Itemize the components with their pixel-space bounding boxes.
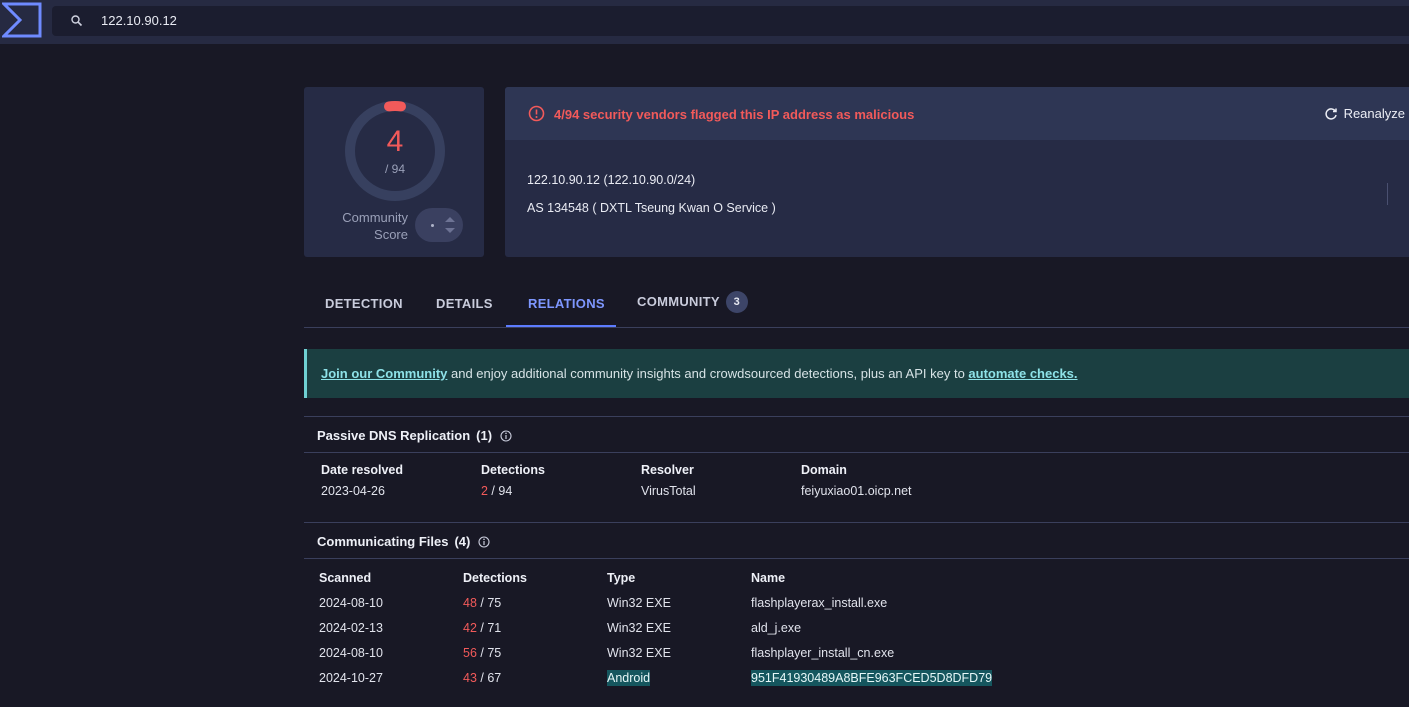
file-name-highlighted: 951F41930489A8BFE963FCED5D8DFD79: [751, 670, 993, 686]
search-icon: [71, 15, 83, 27]
detections-ratio: 56 / 75: [463, 646, 501, 660]
scanned-date: 2024-08-10: [319, 596, 383, 610]
date-resolved: 2023-04-26: [321, 484, 385, 498]
passive-dns-header: Passive DNS Replication (1): [304, 416, 1409, 453]
scanned-date: 2024-08-10: [319, 646, 383, 660]
domain-link[interactable]: feiyuxiao01.oicp.net: [801, 484, 912, 498]
scanned-date: 2024-02-13: [319, 621, 383, 635]
divider: [1387, 183, 1388, 205]
communicating-files-count: (4): [454, 534, 471, 549]
autonomous-system-line: AS 134548 ( DXTL Tseung Kwan O Service ): [527, 201, 776, 215]
reanalyze-label: Reanalyze: [1343, 106, 1405, 121]
scanned-date: 2024-10-27: [319, 671, 383, 685]
banner-text: Join our Community and enjoy additional …: [321, 366, 1078, 381]
info-icon[interactable]: [500, 430, 512, 442]
file-type: Android: [607, 670, 651, 686]
detections-count: 56: [463, 646, 477, 660]
file-type-highlighted: Android: [607, 670, 651, 686]
detections-count: 42: [463, 621, 477, 635]
file-type: Win32 EXE: [607, 646, 671, 660]
passive-dns-count: (1): [476, 428, 493, 443]
virustotal-logo-icon[interactable]: [2, 2, 42, 38]
detections-total: / 71: [476, 621, 502, 635]
detections-ratio: 2 / 94: [481, 484, 512, 498]
vote-dot-icon: [431, 224, 434, 227]
info-icon[interactable]: [478, 536, 490, 548]
col-date-resolved: Date resolved: [321, 463, 403, 477]
detections-ratio: 42 / 71: [463, 621, 501, 635]
communicating-files-title: Communicating Files (4): [317, 534, 490, 549]
detection-total: / 94: [384, 162, 405, 176]
community-count-badge: 3: [725, 291, 748, 313]
communicating-files-header: Communicating Files (4): [304, 522, 1409, 559]
search-bar[interactable]: 122.10.90.12: [52, 6, 1409, 36]
refresh-icon: [1324, 108, 1337, 120]
detections-ratio: 43 / 67: [463, 671, 501, 685]
search-input[interactable]: 122.10.90.12: [101, 13, 177, 28]
detections-total: / 94: [487, 484, 513, 498]
detection-count: 4: [386, 125, 404, 158]
tab-relations[interactable]: RELATIONS: [528, 296, 605, 311]
ip-address-line: 122.10.90.12 (122.10.90.0/24): [527, 173, 696, 187]
col-type: Type: [607, 571, 636, 585]
col-domain: Domain: [801, 463, 847, 477]
resolver: VirusTotal: [641, 484, 696, 498]
tab-bar: DETECTION DETAILS RELATIONS COMMUNITY 3: [304, 280, 1409, 328]
col-detections: Detections: [481, 463, 545, 477]
detections-total: / 75: [476, 646, 502, 660]
banner-middle-text: and enjoy additional community insights …: [447, 366, 969, 381]
communicating-files-title-text: Communicating Files: [317, 534, 449, 549]
community-score-label: Community Score: [342, 210, 408, 242]
reanalyze-button[interactable]: Reanalyze: [1324, 106, 1405, 121]
alert-text: 4/94 security vendors flagged this IP ad…: [554, 107, 915, 122]
file-name-link[interactable]: flashplayer_install_cn.exe: [751, 646, 894, 660]
file-name-link[interactable]: ald_j.exe: [751, 621, 801, 635]
malicious-alert: 4/94 security vendors flagged this IP ad…: [505, 87, 1409, 140]
detection-score-card: 4 / 94 Community Score: [304, 87, 484, 257]
community-vote-control[interactable]: [415, 208, 463, 242]
community-banner: Join our Community and enjoy additional …: [304, 349, 1409, 398]
tab-community[interactable]: COMMUNITY 3: [637, 291, 748, 314]
detections-count: 48: [463, 596, 477, 610]
upvote-arrow-icon[interactable]: [445, 217, 455, 222]
file-type: Win32 EXE: [607, 621, 671, 635]
file-name-link[interactable]: 951F41930489A8BFE963FCED5D8DFD79: [751, 670, 993, 686]
passive-dns-title-text: Passive DNS Replication: [317, 428, 471, 443]
col-detections: Detections: [463, 571, 527, 585]
detections-count: 2: [481, 484, 488, 498]
join-community-link[interactable]: Join our Community: [321, 366, 447, 381]
tab-detection[interactable]: DETECTION: [325, 296, 403, 311]
file-name-link[interactable]: flashplayerax_install.exe: [751, 596, 887, 610]
downvote-arrow-icon[interactable]: [445, 228, 455, 233]
file-type: Win32 EXE: [607, 596, 671, 610]
alert-circle-icon: [528, 105, 545, 122]
col-scanned: Scanned: [319, 571, 372, 585]
detections-ratio: 48 / 75: [463, 596, 501, 610]
detections-total: / 67: [476, 671, 502, 685]
automate-checks-link[interactable]: automate checks.: [968, 366, 1077, 381]
active-tab-indicator: [506, 325, 616, 327]
tab-details[interactable]: DETAILS: [436, 296, 493, 311]
top-bar: 122.10.90.12: [0, 0, 1409, 44]
col-name: Name: [751, 571, 786, 585]
tab-community-label: COMMUNITY: [637, 294, 720, 309]
ip-summary-card: 4/94 security vendors flagged this IP ad…: [505, 87, 1409, 257]
passive-dns-title: Passive DNS Replication (1): [317, 428, 512, 443]
detections-total: / 75: [476, 596, 502, 610]
col-resolver: Resolver: [641, 463, 694, 477]
detections-count: 43: [463, 671, 477, 685]
